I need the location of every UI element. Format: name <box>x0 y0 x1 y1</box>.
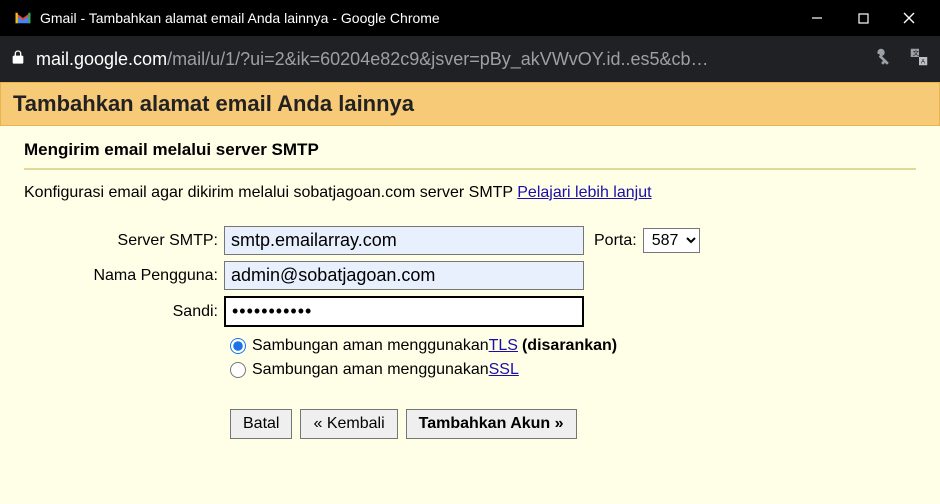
tls-radio[interactable] <box>230 338 246 354</box>
tls-recommended: (disarankan) <box>522 337 617 355</box>
ssl-radio[interactable] <box>230 362 246 378</box>
description: Konfigurasi email agar dikirim melalui s… <box>24 184 916 202</box>
translate-icon[interactable]: 文A <box>908 46 930 73</box>
url-host: mail.google.com <box>36 49 167 69</box>
close-button[interactable] <box>886 0 932 36</box>
subheader: Mengirim email melalui server SMTP <box>24 136 916 170</box>
smtp-server-input[interactable] <box>224 226 584 255</box>
back-button[interactable]: « Kembali <box>300 409 397 439</box>
username-input[interactable] <box>224 261 584 290</box>
ssl-label-prefix: Sambungan aman menggunakan <box>252 361 489 379</box>
minimize-button[interactable] <box>794 0 840 36</box>
gmail-favicon-icon <box>14 9 32 27</box>
banner-title: Tambahkan alamat email Anda lainnya <box>13 91 414 116</box>
window-titlebar: Gmail - Tambahkan alamat email Anda lain… <box>0 0 940 36</box>
window-title: Gmail - Tambahkan alamat email Anda lain… <box>40 10 794 26</box>
cancel-button[interactable]: Batal <box>230 409 292 439</box>
url-path: /mail/u/1/?ui=2&ik=60204e82c9&jsver=pBy_… <box>167 49 708 69</box>
password-label: Sandi: <box>24 303 224 321</box>
svg-text:A: A <box>921 58 926 65</box>
address-bar[interactable]: mail.google.com/mail/u/1/?ui=2&ik=60204e… <box>0 36 940 82</box>
content-area: Mengirim email melalui server SMTP Konfi… <box>0 126 940 504</box>
key-icon[interactable] <box>872 46 894 73</box>
port-select[interactable]: 587 <box>643 228 700 253</box>
learn-more-link[interactable]: Pelajari lebih lanjut <box>517 184 651 201</box>
url-text: mail.google.com/mail/u/1/?ui=2&ik=60204e… <box>36 49 858 70</box>
description-text: Konfigurasi email agar dikirim melalui s… <box>24 184 517 201</box>
tls-label-prefix: Sambungan aman menggunakan <box>252 337 489 355</box>
maximize-button[interactable] <box>840 0 886 36</box>
tls-link[interactable]: TLS <box>489 337 518 355</box>
password-input[interactable] <box>224 296 584 327</box>
svg-text:文: 文 <box>913 48 920 57</box>
username-label: Nama Pengguna: <box>24 267 224 285</box>
ssl-link[interactable]: SSL <box>489 361 519 379</box>
add-account-button[interactable]: Tambahkan Akun » <box>406 409 577 439</box>
smtp-server-label: Server SMTP: <box>24 232 224 250</box>
lock-icon <box>10 49 26 70</box>
port-label: Porta: <box>594 232 637 250</box>
page-banner: Tambahkan alamat email Anda lainnya <box>0 82 940 126</box>
